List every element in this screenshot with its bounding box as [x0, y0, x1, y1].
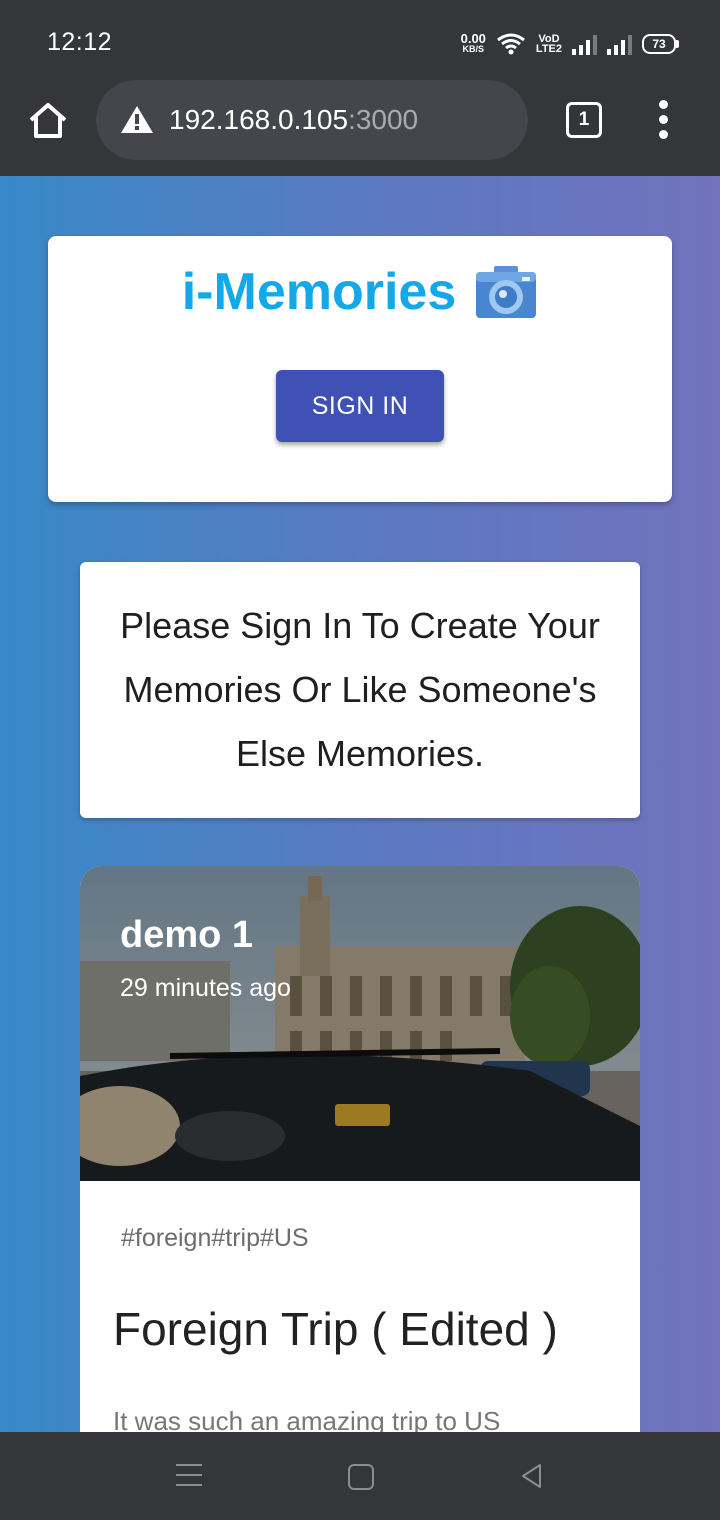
wifi-icon [497, 33, 525, 55]
system-nav-bar [0, 1432, 720, 1520]
more-menu-icon[interactable] [648, 100, 678, 144]
post-title: Foreign Trip ( Edited ) [113, 1303, 558, 1355]
tab-switcher-button[interactable]: 1 [566, 102, 602, 138]
sign-in-button[interactable]: SIGN IN [276, 370, 444, 442]
signal-icon [572, 33, 597, 55]
url-text[interactable]: 192.168.0.105:3000 [169, 104, 418, 136]
status-bar: 12:12 0.00 KB/S VoD LTE2 73 [0, 0, 720, 80]
post-tags: #foreign#trip#US [121, 1224, 309, 1252]
notice-text: Please Sign In To Create Your Memories O… [120, 605, 600, 774]
recent-apps-icon[interactable] [176, 1464, 202, 1486]
status-icons: 0.00 KB/S VoD LTE2 73 [460, 30, 679, 58]
post-author: demo 1 [120, 914, 254, 956]
url-host: 192.168.0.105 [169, 104, 349, 135]
brand: i-Memories [48, 262, 672, 322]
camera-icon [476, 266, 537, 318]
home-icon[interactable] [25, 98, 71, 144]
app-header: i-Memories SIGN IN [48, 236, 672, 502]
network-speed: 0.00 KB/S [460, 31, 486, 54]
app-title: i-Memories [181, 263, 457, 321]
browser-toolbar: 192.168.0.105:3000 1 [0, 80, 720, 176]
post-timestamp: 29 minutes ago [120, 974, 291, 1002]
status-time: 12:12 [47, 28, 113, 56]
network-speed-value: 0.00 [460, 31, 486, 46]
page-content: i-Memories SIGN IN Please Sign In To Cre… [0, 176, 720, 1432]
sign-in-notice: Please Sign In To Create Your Memories O… [80, 562, 640, 818]
volte-indicator: VoD LTE2 [535, 34, 562, 55]
post-message: It was such an amazing trip to US [113, 1406, 501, 1432]
volte-line2: LTE2 [535, 43, 562, 55]
battery-icon: 73 [642, 34, 679, 54]
back-icon[interactable] [518, 1462, 546, 1490]
address-bar[interactable]: 192.168.0.105:3000 [96, 80, 528, 160]
signal-icon [607, 33, 632, 55]
memory-card: demo 1 29 minutes ago #foreign#trip#US F… [80, 866, 640, 1432]
url-port: :3000 [348, 104, 419, 135]
warning-icon[interactable] [120, 104, 154, 134]
network-speed-unit: KB/S [462, 44, 485, 54]
home-nav-icon[interactable] [348, 1464, 374, 1490]
